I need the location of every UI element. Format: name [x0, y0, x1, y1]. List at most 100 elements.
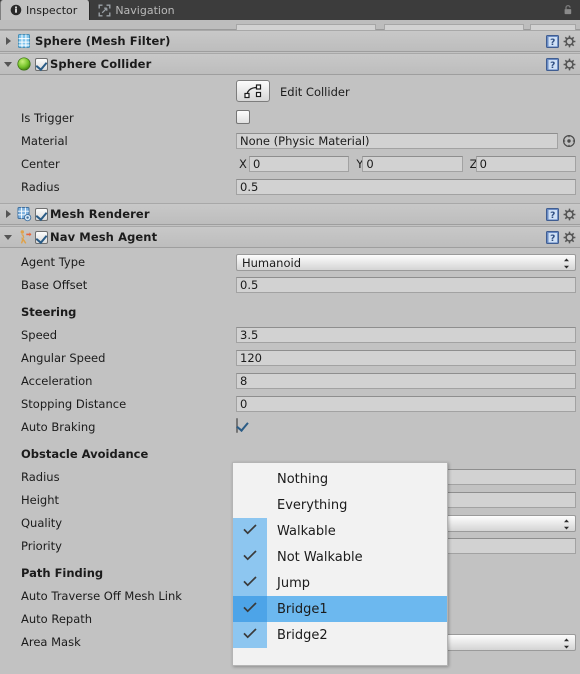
component-title-sphere-collider: Sphere Collider — [50, 57, 152, 71]
component-header-mesh-filter[interactable]: Sphere (Mesh Filter) ? — [0, 30, 580, 52]
acceleration-input[interactable]: 8 — [236, 373, 576, 389]
base-offset-input[interactable]: 0.5 — [236, 277, 576, 293]
component-title-mesh-renderer: Mesh Renderer — [50, 207, 150, 221]
menu-item-bridge2[interactable]: Bridge2 — [233, 622, 447, 648]
stopping-distance-input[interactable]: 0 — [236, 396, 576, 412]
chevron-right-icon — [5, 210, 11, 218]
foldout-mesh-filter[interactable] — [0, 30, 16, 52]
menu-item-not-walkable[interactable]: Not Walkable — [233, 544, 447, 570]
edit-collider-icon — [244, 84, 262, 99]
menu-item-walkable[interactable]: Walkable — [233, 518, 447, 544]
component-header-nav-mesh-agent[interactable]: Nav Mesh Agent ? — [0, 226, 580, 248]
help-book-icon[interactable]: ? — [545, 207, 560, 222]
updown-arrows-icon — [563, 258, 570, 272]
collider-radius-input[interactable]: 0.5 — [236, 179, 576, 195]
component-title-nav-mesh-agent: Nav Mesh Agent — [50, 230, 158, 244]
material-object-field[interactable]: None (Physic Material) — [236, 133, 558, 149]
auto-traverse-label: Auto Traverse Off Mesh Link — [21, 589, 182, 603]
help-book-icon[interactable]: ? — [545, 230, 560, 245]
center-y-part: Y 0 — [349, 156, 463, 172]
row-acceleration: Acceleration 8 — [0, 370, 580, 393]
menu-item-label: Bridge2 — [277, 627, 328, 643]
component-header-mesh-renderer[interactable]: Mesh Renderer ? — [0, 203, 580, 225]
foldout-sphere-collider[interactable] — [0, 53, 16, 75]
menu-item-check-column — [233, 596, 267, 622]
object-picker-icon[interactable] — [561, 133, 576, 149]
speed-label: Speed — [21, 328, 58, 342]
component-enabled-checkbox-sphere-collider[interactable] — [35, 57, 48, 71]
area-mask-dropdown-menu[interactable]: Nothing Everything Walkable Not Walkable Jum… — [232, 462, 448, 666]
agent-type-dropdown[interactable]: Humanoid — [236, 254, 576, 271]
steering-header-label: Steering — [21, 305, 77, 319]
center-z-part: Z 0 — [463, 156, 576, 172]
component-header-actions-nav-mesh-agent[interactable]: ? — [545, 230, 576, 245]
sphere-collider-icon — [17, 57, 31, 71]
is-trigger-checkbox[interactable] — [236, 110, 250, 124]
component-title-mesh-filter: Sphere (Mesh Filter) — [35, 34, 171, 48]
component-enabled-checkbox-nav-mesh-agent[interactable] — [35, 230, 48, 244]
row-base-offset: Base Offset 0.5 — [0, 274, 580, 297]
component-header-actions-sphere-collider[interactable]: ? — [545, 57, 576, 72]
menu-item-everything[interactable]: Everything — [233, 492, 447, 518]
chevron-down-icon — [4, 234, 12, 240]
check-icon — [243, 627, 257, 643]
row-edit-collider: Edit Collider — [0, 78, 580, 104]
center-label: Center — [21, 157, 60, 171]
component-header-sphere-collider[interactable]: Sphere Collider ? — [0, 53, 580, 75]
menu-item-check-column — [233, 466, 267, 492]
is-trigger-label: Is Trigger — [21, 111, 74, 125]
foldout-mesh-renderer[interactable] — [0, 203, 16, 225]
updown-arrows-icon — [563, 519, 570, 533]
agent-type-label: Agent Type — [21, 255, 86, 269]
base-offset-label: Base Offset — [21, 278, 88, 292]
help-book-icon[interactable]: ? — [545, 34, 560, 49]
menu-item-check-column — [233, 544, 267, 570]
menu-item-label: Bridge1 — [277, 601, 328, 617]
component-enabled-checkbox-mesh-renderer[interactable] — [35, 207, 48, 221]
path-finding-header-label: Path Finding — [21, 566, 104, 580]
gear-icon[interactable] — [563, 208, 576, 221]
agent-type-value: Humanoid — [242, 255, 302, 270]
tab-inspector[interactable]: Inspector — [0, 0, 91, 20]
section-header-steering: Steering — [0, 301, 580, 324]
edit-collider-button[interactable] — [236, 80, 270, 102]
updown-arrows-icon — [563, 638, 570, 652]
component-header-actions-mesh-filter[interactable]: ? — [545, 34, 576, 49]
check-icon — [243, 575, 257, 591]
row-is-trigger: Is Trigger — [0, 107, 580, 130]
lock-icon[interactable] — [562, 4, 574, 16]
menu-item-nothing[interactable]: Nothing — [233, 466, 447, 492]
menu-item-label: Not Walkable — [277, 549, 363, 565]
angular-speed-label: Angular Speed — [21, 351, 106, 365]
foldout-nav-mesh-agent[interactable] — [0, 226, 16, 248]
speed-input[interactable]: 3.5 — [236, 327, 576, 343]
auto-braking-checkbox[interactable] — [236, 418, 238, 433]
center-vector3-field[interactable]: X 0 Y 0 Z 0 — [236, 156, 576, 172]
stopping-distance-label: Stopping Distance — [21, 397, 127, 411]
row-center: Center X 0 Y 0 Z 0 — [0, 153, 580, 176]
center-y-input[interactable]: 0 — [362, 156, 463, 172]
svg-text:?: ? — [550, 234, 555, 244]
angular-speed-input[interactable]: 120 — [236, 350, 576, 366]
navigation-icon — [98, 4, 111, 17]
row-stopping-distance: Stopping Distance 0 — [0, 393, 580, 416]
menu-item-label: Everything — [277, 497, 348, 513]
collider-radius-label: Radius — [21, 180, 60, 194]
auto-repath-label: Auto Repath — [21, 612, 93, 626]
center-z-input[interactable]: 0 — [475, 156, 576, 172]
nav-mesh-agent-icon — [20, 230, 32, 244]
check-icon — [243, 549, 257, 565]
gear-icon[interactable] — [563, 35, 576, 48]
auto-braking-label: Auto Braking — [21, 420, 96, 434]
center-y-label: Y — [356, 157, 364, 171]
gear-icon[interactable] — [563, 58, 576, 71]
help-book-icon[interactable]: ? — [545, 57, 560, 72]
menu-item-label: Nothing — [277, 471, 329, 487]
component-header-actions-mesh-renderer[interactable]: ? — [545, 207, 576, 222]
gear-icon[interactable] — [563, 231, 576, 244]
tab-navigation[interactable]: Navigation — [90, 0, 186, 20]
menu-item-bridge1[interactable]: Bridge1 — [233, 596, 447, 622]
menu-item-jump[interactable]: Jump — [233, 570, 447, 596]
center-x-input[interactable]: 0 — [249, 156, 350, 172]
quality-label: Quality — [21, 516, 63, 530]
